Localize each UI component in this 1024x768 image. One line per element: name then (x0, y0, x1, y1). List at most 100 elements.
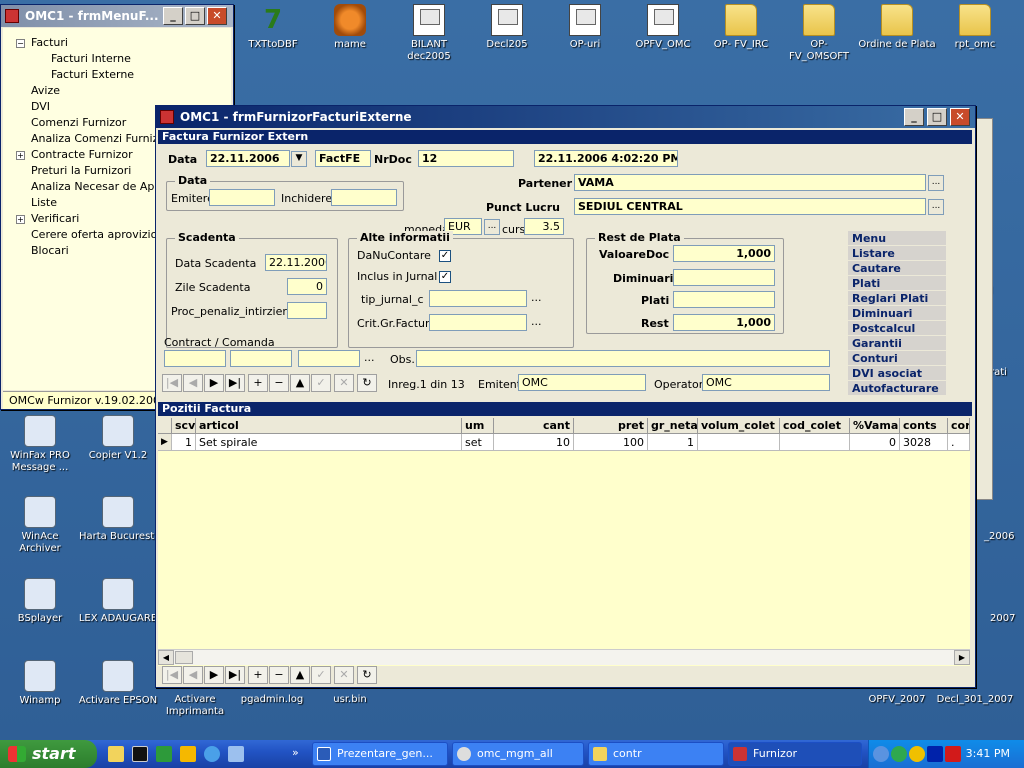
desktop-icon-decl205[interactable]: Decl205 (467, 4, 547, 51)
rest-field[interactable]: 1,000 (673, 314, 775, 331)
tree-item-facturi-interne[interactable]: Facturi Interne (51, 52, 131, 65)
menu-window-titlebar[interactable]: OMC1 - frmMenuF... _ □ ✕ (1, 5, 233, 27)
close-button[interactable]: ✕ (950, 108, 970, 126)
desktop-icon-pgadmin-log[interactable]: pgadmin.log (232, 694, 312, 706)
tray-icon-1[interactable] (891, 746, 907, 762)
side-menu-conturi[interactable]: Conturi (848, 351, 946, 366)
prev-record-button[interactable]: ◀ (183, 374, 203, 392)
next-record-button[interactable]: ▶ (204, 374, 224, 392)
crit-gr-ellipsis[interactable]: ... (531, 315, 542, 328)
desktop-icon-activare-imprimanta[interactable]: Activare Imprimanta (155, 694, 235, 718)
desktop-icon-activare-epson[interactable]: Activare EPSON (78, 660, 158, 707)
tree-item-liste[interactable]: Liste (31, 196, 57, 209)
clock[interactable]: 3:41 PM (966, 740, 1010, 768)
maximize-button[interactable]: □ (185, 7, 205, 25)
doc-type-field[interactable]: FactFE (315, 150, 371, 167)
desktop-icon-bsplayer[interactable]: BSplayer (0, 578, 80, 625)
data-field[interactable]: 22.11.2006 (206, 150, 290, 167)
contract-field-1[interactable] (164, 350, 226, 367)
grid-cancel-button[interactable]: ✕ (334, 666, 354, 684)
desktop-icon-winamp[interactable]: Winamp (0, 660, 80, 707)
quicklaunch-ie-icon[interactable] (204, 746, 220, 762)
tree-item-facturi[interactable]: Facturi (31, 36, 68, 49)
curs-field[interactable]: 3.5 (524, 218, 564, 235)
quicklaunch-overflow-icon[interactable]: » (292, 746, 299, 759)
quicklaunch-media-icon[interactable] (180, 746, 196, 762)
tree-item-preturi-furnizori[interactable]: Preturi la Furnizori (31, 164, 131, 177)
inclus-jurnal-checkbox[interactable]: ✓ (439, 271, 451, 283)
cell-um[interactable]: set (462, 434, 494, 451)
cell-conts[interactable]: 3028 (900, 434, 948, 451)
cell-volum-colet[interactable] (698, 434, 780, 451)
side-menu-listare[interactable]: Listare (848, 246, 946, 261)
col-conts[interactable]: conts (900, 418, 948, 434)
desktop-icon-bilant[interactable]: BILANT dec2005 (389, 4, 469, 63)
tray-icon-3[interactable] (927, 746, 943, 762)
row-indicator[interactable]: ▶ (158, 434, 172, 451)
cancel-record-button[interactable]: ✕ (334, 374, 354, 392)
cell-cor[interactable]: . (948, 434, 970, 451)
side-menu-postcalcul[interactable]: Postcalcul (848, 321, 946, 336)
tip-jurnal-ellipsis[interactable]: ... (531, 291, 542, 304)
first-record-button[interactable]: |◀ (162, 374, 182, 392)
task-furnizor[interactable]: Furnizor (728, 742, 862, 766)
cell-articol[interactable]: Set spirale (196, 434, 462, 451)
quicklaunch-explorer-icon[interactable] (108, 746, 124, 762)
col-cod-colet[interactable]: cod_colet (780, 418, 850, 434)
partener-lookup-button[interactable]: ... (928, 175, 944, 191)
grid-refresh-button[interactable]: ↻ (357, 666, 377, 684)
task-prezentare[interactable]: Prezentare_gen... (312, 742, 448, 766)
desktop-icon-winace[interactable]: WinAce Archiver (0, 496, 80, 555)
desktop-icon-decl-301[interactable]: Decl_301_2007 (935, 694, 1015, 706)
quicklaunch-network-icon[interactable] (228, 746, 244, 762)
tree-item-analiza-necesar[interactable]: Analiza Necesar de Aprov (31, 180, 172, 193)
grid-prev-button[interactable]: ◀ (183, 666, 203, 684)
danucontare-checkbox[interactable]: ✓ (439, 250, 451, 262)
plati-field[interactable] (673, 291, 775, 308)
cell-cod-colet[interactable] (780, 434, 850, 451)
operator-field[interactable]: OMC (702, 374, 830, 391)
tree-item-analiza-comenzi[interactable]: Analiza Comenzi Furnizor (31, 132, 170, 145)
desktop-icon-opfv-omc[interactable]: OPFV_OMC (623, 4, 703, 51)
grid-next-button[interactable]: ▶ (204, 666, 224, 684)
desktop-icon-mame[interactable]: mame (310, 4, 390, 51)
close-button[interactable]: ✕ (207, 7, 227, 25)
obs-field[interactable] (416, 350, 830, 367)
grid-add-button[interactable]: + (248, 666, 268, 684)
contract-field-3[interactable] (298, 350, 360, 367)
contract-field-2[interactable] (230, 350, 292, 367)
start-button[interactable]: start (0, 740, 97, 768)
data-scadenta-field[interactable]: 22.11.2006 (265, 254, 327, 271)
tree-item-avize[interactable]: Avize (31, 84, 60, 97)
tree-item-contracte-furnizor[interactable]: Contracte Furnizor (31, 148, 133, 161)
contract-ellipsis[interactable]: ... (364, 351, 375, 364)
grid-last-button[interactable]: ▶| (225, 666, 245, 684)
grid-post-button[interactable]: ✓ (311, 666, 331, 684)
col-scv[interactable]: scv (172, 418, 196, 434)
col-pret[interactable]: pret (574, 418, 648, 434)
grid-delete-button[interactable]: − (269, 666, 289, 684)
tray-icon-4[interactable] (945, 746, 961, 762)
tree-item-dvi[interactable]: DVI (31, 100, 50, 113)
desktop-icon-copier[interactable]: Copier V1.2 (78, 415, 158, 462)
maximize-button[interactable]: □ (927, 108, 947, 126)
delete-record-button[interactable]: − (269, 374, 289, 392)
chevron-down-icon[interactable]: ▼ (291, 151, 307, 167)
horizontal-scrollbar[interactable]: ◀ ▶ (158, 649, 970, 665)
desktop-icon-lex[interactable]: LEX ADAUGARE (78, 578, 158, 625)
refresh-button[interactable]: ↻ (357, 374, 377, 392)
side-menu-cautare[interactable]: Cautare (848, 261, 946, 276)
zile-scadenta-field[interactable]: 0 (287, 278, 327, 295)
desktop-icon-ordine-de-plata[interactable]: Ordine de Plata (857, 4, 937, 51)
minimize-button[interactable]: _ (163, 7, 183, 25)
cell-scv[interactable]: 1 (172, 434, 196, 451)
side-menu-plati[interactable]: Plati (848, 276, 946, 291)
task-omc-mgm-all[interactable]: omc_mgm_all (452, 742, 584, 766)
moneda-lookup-button[interactable]: ... (484, 219, 500, 235)
partener-field[interactable]: VAMA (574, 174, 926, 191)
cell-vama[interactable]: 0 (850, 434, 900, 451)
scroll-right-arrow[interactable]: ▶ (954, 650, 970, 665)
emitent-field[interactable]: OMC (518, 374, 646, 391)
col-articol[interactable]: articol (196, 418, 462, 434)
desktop-icon-op-uri[interactable]: OP-uri (545, 4, 625, 51)
